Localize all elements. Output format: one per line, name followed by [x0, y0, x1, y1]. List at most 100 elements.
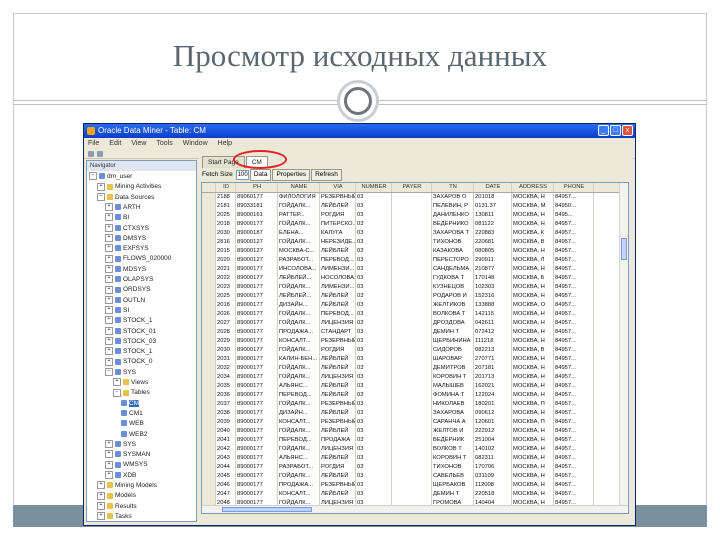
table-cell[interactable]: МОСКВА, Н [512, 472, 554, 481]
table-cell[interactable]: 2046 [216, 481, 236, 490]
table-row[interactable]: 2041 89000177 ПЕРЕВОД... ПРОДАЖА 03 ВЕДЕРНИК 2… [202, 436, 628, 445]
table-cell[interactable]: РАЗРАБОТ... [278, 463, 320, 472]
table-cell[interactable]: ЛИЦЕНЗИЯ [320, 445, 356, 454]
table-row[interactable]: 2816 89000127 ГОЙДАЛК... НЕРЕЗИДЕ... 03 ТИХОН… [202, 238, 628, 247]
table-row[interactable]: 2018 89000177 ГОЙДАЛК... ПИТЕРСКО... 03 ВЕДЕР… [202, 220, 628, 229]
table-cell[interactable]: 2026 [216, 310, 236, 319]
table-cell[interactable]: 2034 [216, 373, 236, 382]
table-cell[interactable]: 8495... [554, 211, 594, 220]
table-cell[interactable]: 081122 [474, 220, 512, 229]
row-selector[interactable] [202, 301, 216, 310]
table-cell[interactable] [392, 454, 432, 463]
table-row[interactable]: 2035 89000177 АЛЬЯНС... ЛЕЙБЛЕЙ 03 МАЛЫШЕВ 162… [202, 382, 628, 391]
table-cell[interactable]: ФИЛОЛОГИЯ [278, 193, 320, 202]
table-cell[interactable]: 03 [356, 373, 392, 382]
table-cell[interactable] [392, 400, 432, 409]
table-cell[interactable]: ЛЕЙБЛЕЙ [320, 454, 356, 463]
table-cell[interactable]: МОСКВА, К [512, 229, 554, 238]
table-cell[interactable]: 080805 [474, 247, 512, 256]
table-cell[interactable]: 03 [356, 364, 392, 373]
table-cell[interactable]: ПЕРЕСТОРО [432, 256, 474, 265]
table-cell[interactable]: 84957... [554, 328, 594, 337]
table-cell[interactable]: ДЕМИН Т [432, 328, 474, 337]
tree-item[interactable]: + ARTH [105, 203, 141, 213]
table-cell[interactable]: 03 [356, 220, 392, 229]
table-cell[interactable]: МОСКВА, Н [512, 283, 554, 292]
row-selector[interactable] [202, 310, 216, 319]
table-row[interactable]: 2026 89000177 ГОЙДАЛК... ПЕРЕВОД... 03 ВОЛКОВ… [202, 310, 628, 319]
table-cell[interactable]: АЛЬЯНС... [278, 382, 320, 391]
tree-item[interactable]: + SYSMAN [105, 450, 150, 460]
table-cell[interactable]: РАТТЕР... [278, 211, 320, 220]
table-cell[interactable]: 84957... [554, 400, 594, 409]
table-row[interactable]: 2037 89000177 ГОЙДАЛК... РЕЗЕРВНЫЙ 03 НИКОЛАЕ… [202, 400, 628, 409]
tree-item[interactable]: + OLAPSYS [105, 275, 153, 285]
table-cell[interactable]: 03 [356, 256, 392, 265]
table-cell[interactable]: 2181 [216, 202, 236, 211]
table-cell[interactable]: 2028 [216, 328, 236, 337]
table-cell[interactable]: МОСКВА, Н [512, 265, 554, 274]
table-cell[interactable]: 84957... [554, 445, 594, 454]
collapse-icon[interactable]: − [105, 367, 113, 376]
table-cell[interactable]: 89000177 [236, 400, 278, 409]
table-cell[interactable]: 082213 [474, 346, 512, 355]
table-cell[interactable]: 89000177 [236, 328, 278, 337]
table-cell[interactable]: 2032 [216, 364, 236, 373]
table-cell[interactable]: 207181 [474, 364, 512, 373]
table-cell[interactable]: 03 [356, 472, 392, 481]
expand-icon[interactable]: + [105, 326, 113, 335]
table-row[interactable]: 2031 89000177 КАЛИН-БЕН... ЛЕЙБЛЕЙ 03 ШАРОВАР… [202, 355, 628, 364]
table-cell[interactable]: 290911 [474, 256, 512, 265]
table-cell[interactable] [392, 283, 432, 292]
table-cell[interactable]: КОРОВИН Т [432, 373, 474, 382]
table-cell[interactable]: 89000177 [236, 364, 278, 373]
table-cell[interactable] [392, 328, 432, 337]
table-cell[interactable] [392, 337, 432, 346]
tree-item[interactable]: + Mining Models [97, 481, 157, 491]
table-cell[interactable]: ЛЕЙБЛЕЙ [320, 202, 356, 211]
table-row[interactable]: 2039 89000177 КОНСАЛТ... РЕЗЕРВНЫЙ 03 САРАНЧА… [202, 418, 628, 427]
table-cell[interactable]: 2036 [216, 391, 236, 400]
table-cell[interactable]: 2040 [216, 427, 236, 436]
table-cell[interactable] [392, 256, 432, 265]
table-cell[interactable]: МАЛЫШЕВ [432, 382, 474, 391]
tree-item[interactable]: + OUTLN [105, 295, 145, 306]
table-cell[interactable]: РЕЗЕРВНЫЙ [320, 481, 356, 490]
table-cell[interactable]: 89000127 [236, 238, 278, 247]
table-cell[interactable] [392, 373, 432, 382]
table-cell[interactable]: САНДЕЛЬМА [432, 265, 474, 274]
table-row[interactable]: 2043 89000177 АЛЬЯНС... ЛЕЙБЛЕЙ 03 КОРОВИН Т0… [202, 454, 628, 463]
fetch-size-input[interactable]: 100 [235, 169, 249, 180]
row-selector[interactable] [202, 355, 216, 364]
table-cell[interactable]: СТАНДАРТ [320, 328, 356, 337]
table-cell[interactable]: КАЗАКОВА [432, 247, 474, 256]
table-cell[interactable]: НОСОЛОВА... [320, 274, 356, 283]
table-row[interactable]: 2040 89000177 ГОЙДАЛК... ЛЕЙБЛЕЙ 03 ЖЕЛТОВ И2… [202, 427, 628, 436]
table-cell[interactable]: 84957... [554, 436, 594, 445]
row-selector[interactable] [202, 418, 216, 427]
table-cell[interactable]: ПЕРЕВОД... [278, 391, 320, 400]
table-cell[interactable] [392, 490, 432, 499]
table-cell[interactable]: ЛЕЙБЛЕЙ [320, 355, 356, 364]
table-cell[interactable]: 220518 [474, 490, 512, 499]
table-row[interactable]: 2046 89000177 ПРОДАЖА... РЕЗЕРВНЫЙ 03 ЩЕРБАКО… [202, 481, 628, 490]
expand-icon[interactable]: + [105, 213, 113, 222]
table-cell[interactable]: 2023 [216, 283, 236, 292]
table-cell[interactable]: РЕЗЕРВНЫЙ [320, 400, 356, 409]
table-cell[interactable]: 89000177 [236, 463, 278, 472]
row-selector[interactable] [202, 472, 216, 481]
table-cell[interactable]: МОСКВА, Н [512, 454, 554, 463]
table-cell[interactable] [392, 310, 432, 319]
table-cell[interactable]: 03 [356, 355, 392, 364]
menu-help[interactable]: Help [218, 139, 232, 149]
table-cell[interactable]: 2015 [216, 247, 236, 256]
collapse-icon[interactable]: − [97, 192, 105, 201]
row-selector[interactable] [202, 364, 216, 373]
table-row[interactable]: 2025 89000161 РАТТЕР... РОГДИЯ 03 ДАНИЛЕНКО 13… [202, 211, 628, 220]
table-cell[interactable]: МОСКВА, Н [512, 490, 554, 499]
tree-item[interactable]: CM1 [121, 409, 143, 419]
table-cell[interactable]: МОСКВА, Н [512, 193, 554, 202]
expand-icon[interactable]: + [105, 295, 113, 304]
row-selector[interactable] [202, 373, 216, 382]
table-cell[interactable]: 2030 [216, 346, 236, 355]
